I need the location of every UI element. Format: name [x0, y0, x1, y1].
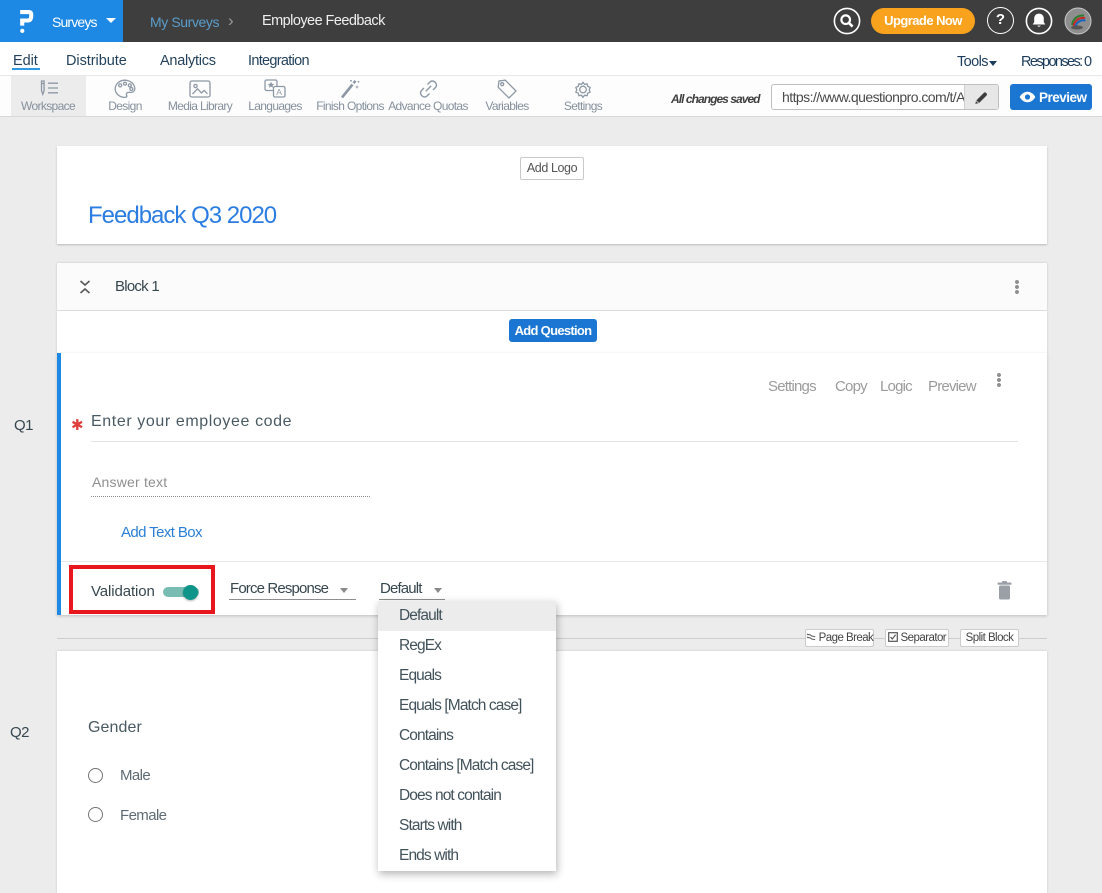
svg-text:A: A [276, 87, 282, 97]
